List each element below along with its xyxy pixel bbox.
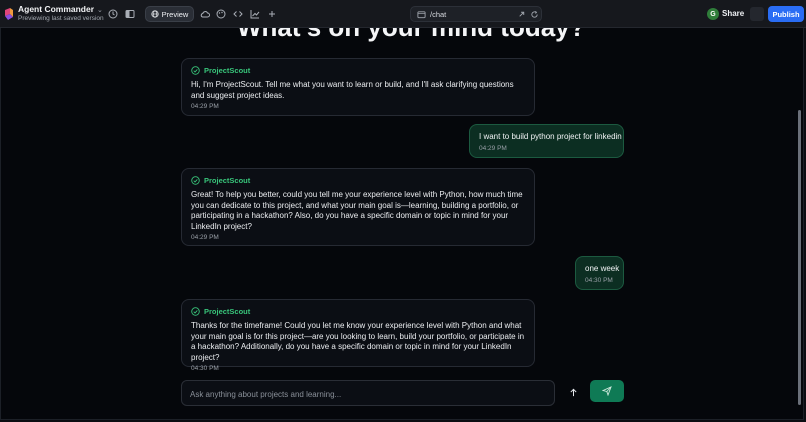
message-time: 04:30 PM xyxy=(191,365,219,373)
check-circle-icon xyxy=(191,307,200,316)
history-icon[interactable] xyxy=(107,8,119,20)
publish-button[interactable]: Publish xyxy=(768,6,804,22)
message-time: 04:29 PM xyxy=(191,103,219,111)
url-bar[interactable]: /chat xyxy=(410,6,542,22)
bot-message: ProjectScout Thanks for the timeframe! C… xyxy=(181,299,535,372)
user-message: one week 04:30 PM xyxy=(575,256,624,290)
app-logo-icon xyxy=(5,8,13,20)
app-subtitle: Previewing last saved version xyxy=(18,15,104,22)
chat-area: What's on your mind today? ProjectScout … xyxy=(0,28,804,420)
external-link-icon[interactable] xyxy=(517,10,526,19)
globe-icon xyxy=(151,10,159,18)
send-button[interactable] xyxy=(590,380,624,402)
top-bar: Agent Commander ⌄ Previewing last saved v… xyxy=(0,0,806,28)
share-button[interactable]: Share xyxy=(722,9,744,18)
chat-input-container xyxy=(181,380,555,406)
preview-label: Preview xyxy=(161,9,189,19)
preview-button[interactable]: Preview xyxy=(145,6,194,22)
chart-icon[interactable] xyxy=(249,8,261,20)
message-time: 04:29 PM xyxy=(479,144,507,152)
page-heading: What's on your mind today? xyxy=(237,28,586,43)
url-text: /chat xyxy=(430,10,447,19)
avatar[interactable]: G xyxy=(707,8,719,20)
browser-icon xyxy=(417,11,426,19)
arrow-up-icon[interactable] xyxy=(565,384,581,400)
palette-icon[interactable] xyxy=(215,8,227,20)
code-icon[interactable] xyxy=(232,8,244,20)
bot-sender: ProjectScout xyxy=(204,307,251,316)
plus-icon[interactable] xyxy=(266,8,278,20)
message-text: one week xyxy=(585,264,620,273)
message-text: Great! To help you better, could you tel… xyxy=(191,190,523,231)
chevron-down-icon: ⌄ xyxy=(97,7,103,14)
bot-message: ProjectScout Hi, I'm ProjectScout. Tell … xyxy=(181,58,535,116)
bot-sender: ProjectScout xyxy=(204,66,251,75)
app-name-dropdown[interactable]: Agent Commander ⌄ xyxy=(18,4,103,14)
check-circle-icon xyxy=(191,176,200,185)
cloud-icon[interactable] xyxy=(199,8,211,20)
check-circle-icon xyxy=(191,66,200,75)
send-icon xyxy=(602,386,612,396)
message-time: 04:29 PM xyxy=(191,234,219,242)
scrollbar[interactable] xyxy=(798,110,801,405)
message-text: Thanks for the timeframe! Could you let … xyxy=(191,321,525,362)
user-message: I want to build python project for linke… xyxy=(469,124,624,158)
message-text: Hi, I'm ProjectScout. Tell me what you w… xyxy=(191,80,514,100)
panel-icon[interactable] xyxy=(124,8,136,20)
bot-message: ProjectScout Great! To help you better, … xyxy=(181,168,535,246)
settings-square-button[interactable] xyxy=(750,7,764,21)
message-time: 04:30 PM xyxy=(585,276,613,284)
bot-sender: ProjectScout xyxy=(204,176,251,185)
refresh-icon[interactable] xyxy=(530,10,539,19)
message-text: I want to build python project for linke… xyxy=(479,132,622,141)
app-name: Agent Commander xyxy=(18,4,95,14)
chat-input[interactable] xyxy=(188,387,542,402)
